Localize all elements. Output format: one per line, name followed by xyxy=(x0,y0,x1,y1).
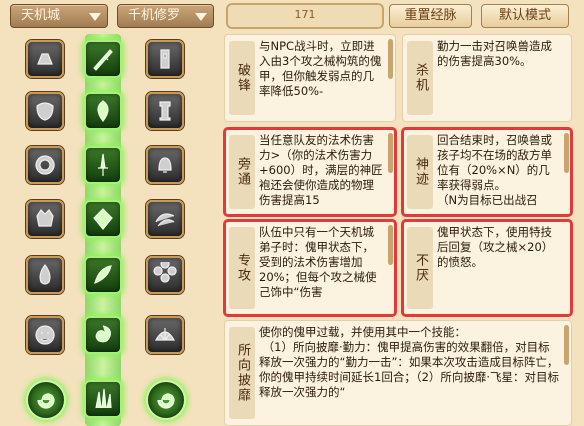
skill-description: 当任意队友的法术伤害力>（你的法术伤害力+600）时，满层的神匠袍还会使你造成的… xyxy=(259,133,383,207)
blade-icon xyxy=(93,49,113,71)
fire-icon xyxy=(39,264,51,285)
skill-description: 使你的傀甲过载，并使用其中一个技能： （1）所向披靡·勤力：傀甲提高伤害的效果翻… xyxy=(259,325,560,399)
skill-description: 回合结束时，召唤兽或孩子均不在场的敌方单位有（20%×N）的几率获得弱点。 （N… xyxy=(437,133,552,207)
scrollbar[interactable] xyxy=(388,225,393,265)
node-r2-right[interactable] xyxy=(146,92,184,130)
skill-title: 旁通 xyxy=(229,135,255,209)
skill-panel-shenji: 神迹 回合结束时，召唤兽或孩子均不在场的敌方单位有（20%×N）的几率获得弱点。… xyxy=(401,127,573,217)
skill-title: 专攻 xyxy=(229,227,255,309)
node-r1-mid[interactable] xyxy=(84,40,122,78)
path-dropdown-label: 千机修罗 xyxy=(128,8,181,23)
tower-icon xyxy=(160,49,170,69)
node-r2-mid[interactable] xyxy=(84,92,122,130)
skill-description: 勤力一击对召唤兽造成的伤害提高30%。 xyxy=(437,39,552,68)
node-r3-left[interactable] xyxy=(26,146,64,184)
spiral-icon xyxy=(37,393,55,409)
node-r5-left[interactable] xyxy=(26,256,64,294)
top-bar: 天机城 千机修罗 171 重置经脉 默认模式 xyxy=(0,0,584,34)
path-dropdown[interactable]: 千机修罗 xyxy=(117,4,214,28)
chevron-down-icon xyxy=(195,13,207,21)
skill-panel-pofeng: 破锋 与NPC战斗时，立即进入由3个攻之械构筑的傀甲，但你触发弱点的几率降低50… xyxy=(224,34,396,122)
points-display: 171 xyxy=(226,3,384,29)
node-r4-right[interactable] xyxy=(146,200,184,238)
scrollbar[interactable] xyxy=(388,133,393,173)
swirl-icon xyxy=(155,213,175,227)
meridian-grid xyxy=(0,34,216,426)
vortex-icon xyxy=(95,325,111,343)
skill-panel-shaji: 杀机 勤力一击对召唤兽造成的伤害提高30%。 xyxy=(402,34,572,122)
skill-description: 队伍中只有一个天机城弟子时：傀甲状态下，受到的法术伤害增加20%；但每个攻之械使… xyxy=(259,225,377,299)
skill-panel-suoxiangpimi: 所向披靡 使你的傀甲过载，并使用其中一个技能： （1）所向披靡·勤力：傀甲提高伤… xyxy=(224,320,572,426)
node-r4-mid[interactable] xyxy=(84,200,122,238)
node-r7-right[interactable] xyxy=(146,380,186,420)
node-r1-right[interactable] xyxy=(146,40,184,78)
node-r4-left[interactable] xyxy=(26,200,64,238)
mask-icon xyxy=(36,102,54,121)
beast-icon xyxy=(36,209,54,227)
shell-icon xyxy=(154,328,176,341)
node-r7-mid[interactable] xyxy=(84,380,122,418)
node-r6-right[interactable] xyxy=(146,316,184,354)
node-r3-right[interactable] xyxy=(146,146,184,184)
skill-panel-buyan: 不厌 傀甲状态下，使用特技后回复（攻之械×20）的愤怒。 xyxy=(401,219,573,317)
sect-dropdown-label: 天机城 xyxy=(21,8,61,23)
pillar-icon xyxy=(159,101,171,121)
default-mode-button[interactable]: 默认模式 xyxy=(481,4,569,28)
skill-panel-zhuangong: 专攻 队伍中只有一个天机城弟子时：傀甲状态下，受到的法术伤害增加20%；但每个攻… xyxy=(223,219,397,317)
bell-icon xyxy=(158,157,172,173)
scrollbar[interactable] xyxy=(564,133,569,173)
spike-icon xyxy=(95,388,112,409)
gem-icon xyxy=(93,208,113,230)
fist-icon xyxy=(37,53,53,65)
ring-icon xyxy=(35,155,55,175)
node-r6-left[interactable] xyxy=(26,316,64,354)
node-r5-right[interactable] xyxy=(146,256,184,294)
node-r2-left[interactable] xyxy=(26,92,64,130)
skill-title: 神迹 xyxy=(407,135,433,209)
skill-description: 与NPC战斗时，立即进入由3个攻之械构筑的傀甲，但你触发弱点的几率降低50%- xyxy=(259,39,382,98)
skill-title: 杀机 xyxy=(407,41,433,115)
skill-title: 不厌 xyxy=(407,227,433,309)
leaf-icon xyxy=(97,100,109,122)
skill-description: 傀甲状态下，使用特技后回复（攻之械×20）的愤怒。 xyxy=(437,225,554,269)
skill-panel-pangtong: 旁通 当任意队友的法术伤害力>（你的法术伤害力+600）时，满层的神匠袍还会使你… xyxy=(223,127,397,217)
flower-icon xyxy=(153,262,177,283)
feather-icon xyxy=(94,265,112,284)
reset-meridian-button[interactable]: 重置经脉 xyxy=(389,4,472,28)
node-r5-mid[interactable] xyxy=(84,256,122,294)
node-r1-left[interactable] xyxy=(26,40,64,78)
spiral-icon xyxy=(157,393,175,409)
skill-title: 所向披靡 xyxy=(229,327,255,419)
scrollbar[interactable] xyxy=(388,39,393,79)
node-r6-mid[interactable] xyxy=(84,316,122,354)
points-value: 171 xyxy=(294,8,316,21)
skill-title: 破锋 xyxy=(229,41,255,115)
node-r3-mid[interactable] xyxy=(84,146,122,184)
chevron-down-icon xyxy=(89,13,101,21)
sect-dropdown[interactable]: 天机城 xyxy=(10,4,108,28)
node-r7-left[interactable] xyxy=(26,380,66,420)
scrollbar[interactable] xyxy=(564,325,569,365)
sword-icon xyxy=(98,153,108,176)
face-icon xyxy=(35,325,55,345)
